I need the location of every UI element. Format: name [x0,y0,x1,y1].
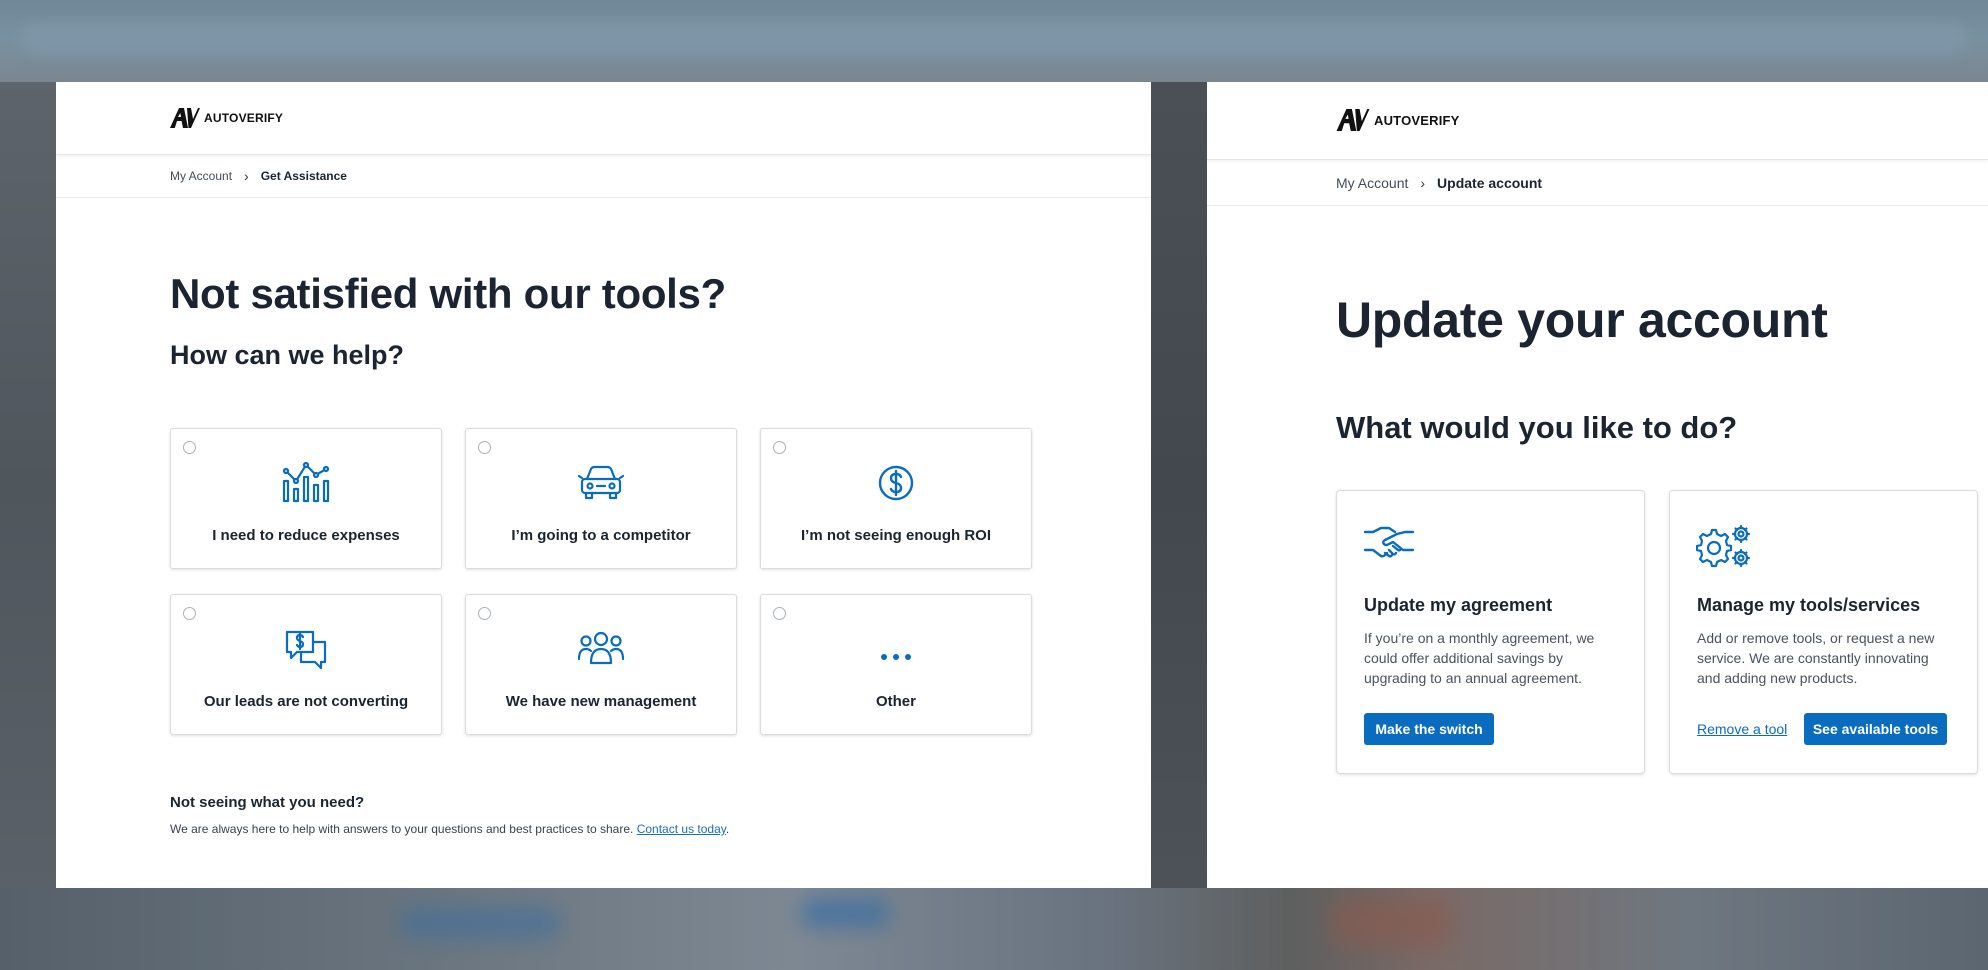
help-text: We are always here to help with answers … [170,822,729,836]
option-competitor[interactable]: I’m going to a competitor [465,428,737,569]
page-subtitle: How can we help? [170,340,405,370]
card-title: Manage my tools/services [1697,595,1921,615]
autoverify-logo-icon [170,108,200,128]
chevron-right-icon: › [1420,175,1426,191]
page-title: Not satisfied with our tools? [170,270,726,317]
background-bottom [0,888,1988,970]
handshake-icon [1363,524,1415,565]
card-description: Add or remove tools, or request a new se… [1697,630,1935,686]
breadcrumb-current: Update account [1437,175,1543,191]
radio-button[interactable] [773,607,786,620]
people-group-icon [577,627,625,671]
gears-icon [1695,524,1752,575]
option-reduce-expenses[interactable]: I need to reduce expenses [170,428,442,569]
autoverify-logo-icon [1336,109,1370,131]
option-roi[interactable]: I’m not seeing enough ROI [760,428,1032,569]
radio-button[interactable] [183,607,196,620]
assistance-panel: AUTOVERIFY My Account › Get Assistance N… [56,82,1151,888]
card-update-agreement: Update my agreement If you’re on a month… [1336,490,1645,774]
brand-name: AUTOVERIFY [204,111,284,125]
update-account-panel: AUTOVERIFY My Account › Update account U… [1207,82,1988,888]
chat-dollar-icon [282,627,330,671]
card-title: Update my agreement [1364,595,1553,615]
breadcrumb: My Account › Get Assistance [56,155,1151,198]
radio-button[interactable] [478,607,491,620]
site-header: AUTOVERIFY [56,82,1151,155]
option-label: We have new management [505,693,697,710]
option-leads[interactable]: Our leads are not converting [170,594,442,735]
see-available-tools-button[interactable]: See available tools [1804,713,1947,745]
car-icon [577,461,625,505]
brand-logo[interactable]: AUTOVERIFY [170,108,283,128]
option-label: I’m going to a competitor [511,527,691,544]
radio-button[interactable] [773,441,786,454]
background-top [0,0,1988,82]
background-left [0,82,56,888]
option-new-management[interactable]: We have new management [465,594,737,735]
chevron-right-icon: › [244,168,249,184]
background-middle [1151,82,1207,888]
page-subtitle: What would you like to do? [1336,410,1738,445]
help-text-body: We are always here to help with answers … [170,822,634,836]
dollar-circle-icon [872,461,920,505]
option-other[interactable]: Other [760,594,1032,735]
brand-name: AUTOVERIFY [1374,112,1460,128]
radio-button[interactable] [183,441,196,454]
bar-chart-trend-icon [282,461,330,505]
breadcrumb-my-account[interactable]: My Account [1336,175,1408,191]
breadcrumb-my-account[interactable]: My Account [170,169,232,183]
contact-us-link[interactable]: Contact us today [637,822,726,836]
help-title: Not seeing what you need? [170,794,365,811]
option-label: I need to reduce expenses [212,527,400,544]
remove-a-tool-link[interactable]: Remove a tool [1697,721,1787,737]
option-label: Our leads are not converting [203,693,409,710]
brand-logo[interactable]: AUTOVERIFY [1336,109,1460,131]
help-text-suffix: . [725,822,730,836]
radio-button[interactable] [478,441,491,454]
breadcrumb: My Account › Update account [1207,160,1988,206]
option-label: Other [875,693,916,710]
option-label: I’m not seeing enough ROI [800,527,991,544]
card-description: If you’re on a monthly agreement, we cou… [1364,630,1595,686]
card-manage-tools: Manage my tools/services Add or remove t… [1669,490,1978,774]
page-title: Update your account [1336,292,1828,348]
make-the-switch-button[interactable]: Make the switch [1364,713,1494,745]
site-header: AUTOVERIFY [1207,82,1988,160]
breadcrumb-current: Get Assistance [260,169,347,183]
ellipsis-icon [872,627,920,671]
